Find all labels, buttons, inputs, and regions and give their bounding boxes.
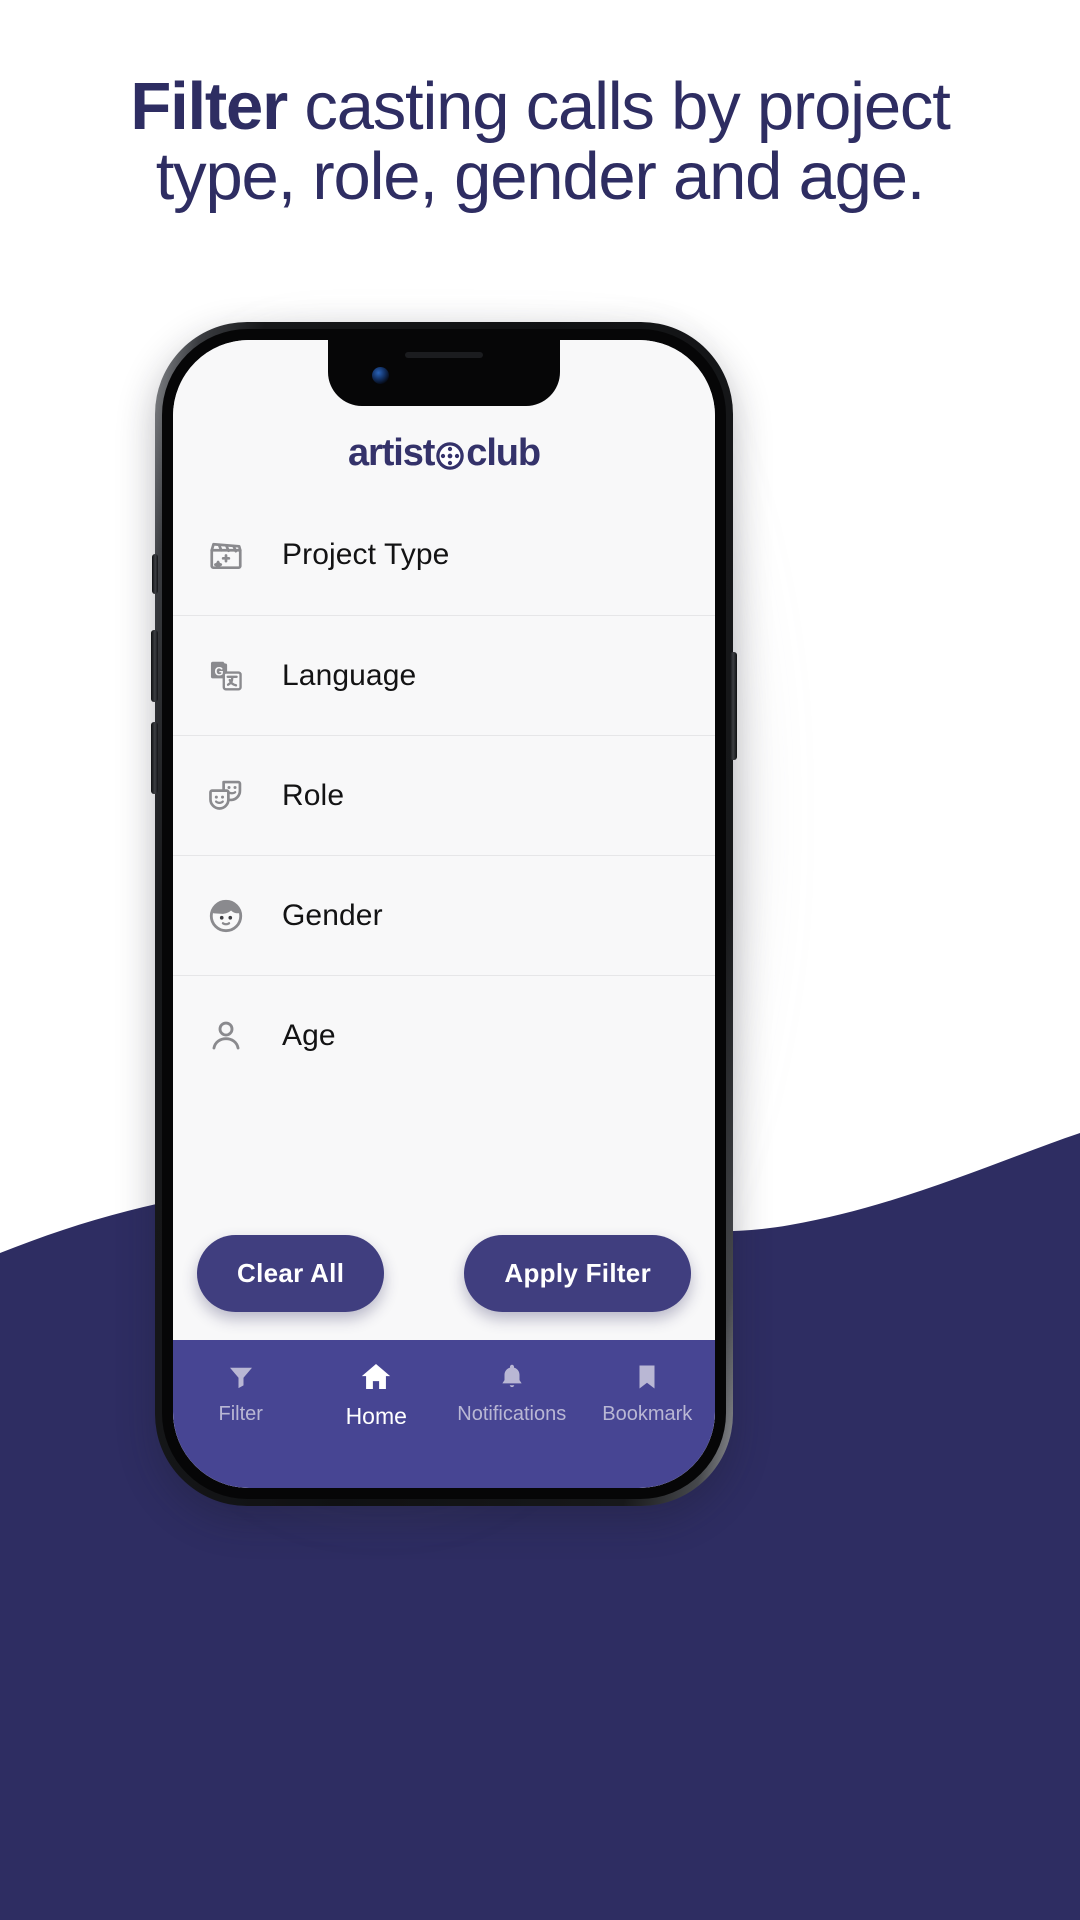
nav-label: Bookmark xyxy=(602,1403,693,1425)
filter-label: Gender xyxy=(282,898,383,932)
face-icon xyxy=(195,897,257,935)
filter-row-role[interactable]: Role xyxy=(173,735,715,855)
filter-actions: Clear All Apply Filter xyxy=(173,1235,715,1340)
volume-down-button[interactable] xyxy=(151,722,158,794)
page-headline: Filter casting calls by project type, ro… xyxy=(0,69,1080,213)
home-icon xyxy=(359,1360,393,1394)
power-button[interactable] xyxy=(730,652,737,760)
app-logo-text-last: club xyxy=(466,432,541,474)
bookmark-icon xyxy=(632,1360,662,1394)
earpiece-speaker xyxy=(405,352,483,358)
filter-label: Project Type xyxy=(282,538,450,571)
translate-icon: G xyxy=(195,657,257,695)
mute-switch-button[interactable] xyxy=(152,554,158,594)
svg-text:G: G xyxy=(214,665,223,678)
phone-screen: artist club Project Type G Language Role… xyxy=(173,340,715,1488)
nav-item-filter[interactable]: Filter xyxy=(173,1360,309,1426)
nav-item-notifications[interactable]: Notifications xyxy=(444,1360,580,1426)
filter-label: Role xyxy=(282,778,345,812)
bottom-navigation: Filter Home Notifications Bookmark xyxy=(173,1340,715,1488)
bell-icon xyxy=(497,1360,527,1394)
front-camera-icon xyxy=(372,367,389,384)
nav-item-home[interactable]: Home xyxy=(309,1360,445,1430)
apply-filter-button[interactable]: Apply Filter xyxy=(464,1235,691,1312)
nav-item-bookmark[interactable]: Bookmark xyxy=(580,1360,716,1426)
volume-up-button[interactable] xyxy=(151,630,158,702)
filter-list: Project Type G Language Role Gender Age xyxy=(173,495,715,1235)
filter-row-gender[interactable]: Gender xyxy=(173,855,715,975)
nav-label: Home xyxy=(345,1403,407,1429)
theater-masks-icon xyxy=(195,777,257,815)
filter-screen: artist club Project Type G Language Role… xyxy=(173,340,715,1488)
filter-row-age[interactable]: Age xyxy=(173,975,715,1095)
person-icon xyxy=(195,1017,257,1055)
nav-label: Notifications xyxy=(457,1403,567,1425)
filter-label: Age xyxy=(282,1018,336,1052)
funnel-icon xyxy=(226,1360,256,1394)
headline-bold-word: Filter xyxy=(130,69,288,144)
filter-row-project-type[interactable]: Project Type xyxy=(173,495,715,615)
clapperboard-icon xyxy=(195,536,257,574)
phone-notch xyxy=(328,340,560,406)
film-reel-icon xyxy=(435,441,465,471)
nav-label: Filter xyxy=(218,1403,263,1425)
clear-all-button[interactable]: Clear All xyxy=(197,1235,385,1312)
filter-row-language[interactable]: G Language xyxy=(173,615,715,735)
filter-label: Language xyxy=(282,658,417,692)
app-logo-text-first: artist xyxy=(347,432,435,474)
phone-mockup: artist club Project Type G Language Role… xyxy=(151,322,737,1506)
